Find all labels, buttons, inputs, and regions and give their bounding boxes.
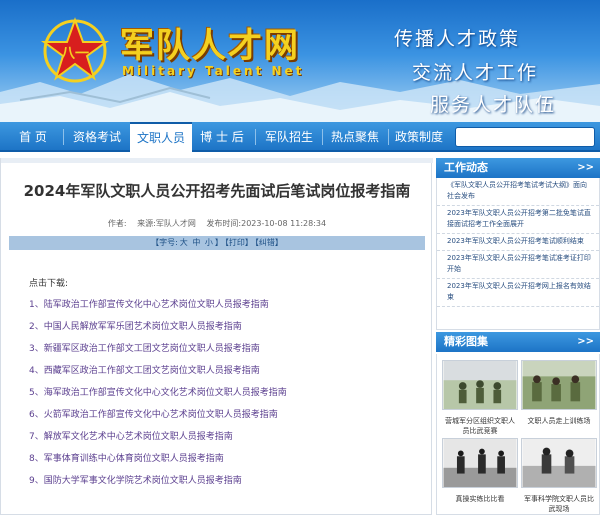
news-item[interactable]: 《军队文职人员公开招考笔试考试大纲》面向社会发布 <box>437 178 599 206</box>
list-item: 3、新疆军区政治工作部文工团文艺岗位文职人员报考指南 <box>29 342 287 364</box>
gallery-photo-academy[interactable] <box>521 438 597 488</box>
nav-divider <box>63 129 64 145</box>
gallery-photo-training[interactable] <box>521 360 597 410</box>
news-item[interactable]: 2023年军队文职人员公开招考笔试顺利结束 <box>437 234 599 251</box>
article-panel: 2024年军队文职人员公开招考先面试后笔试岗位报考指南 作者: 来源:军队人才网… <box>0 158 433 515</box>
download-link[interactable]: 8、军事体育训练中心体育岗位文职人员报考指南 <box>29 454 224 464</box>
panel-top-border <box>1 158 433 163</box>
article-toolbar: 【字号: 大 中 小】【打印】 【纠错】 <box>9 236 425 250</box>
list-item: 7、解放军文化艺术中心艺术岗位文职人员报考指南 <box>29 430 287 452</box>
download-link[interactable]: 1、陆军政治工作部宣传文化中心艺术岗位文职人员报考指南 <box>29 300 269 310</box>
font-size-medium-button[interactable]: 中 <box>192 238 200 247</box>
logo-star-icon: 八一 <box>40 17 110 83</box>
gallery-item: 文职人员走上训练场 <box>521 360 597 426</box>
article-title: 2024年军队文职人员公开招考先面试后笔试岗位报考指南 <box>23 182 411 200</box>
page: 八一 军队人才网 Military Talent Net 传播人才政策 交流人才… <box>0 0 600 515</box>
header-banner: 八一 军队人才网 Military Talent Net 传播人才政策 交流人才… <box>0 0 600 122</box>
site-logo-subtitle: Military Talent Net <box>122 64 305 78</box>
slogan-2: 交流人才工作 <box>411 62 538 84</box>
news-more-link[interactable]: >> <box>577 158 594 178</box>
download-link[interactable]: 7、解放军文化艺术中心艺术岗位文职人员报考指南 <box>29 432 233 442</box>
article-meta: 作者: 来源:军队人才网 发布时间:2023-10-08 11:28:34 <box>1 218 433 229</box>
author-label: 作者: <box>107 219 127 228</box>
download-link[interactable]: 2、中国人民解放军军乐团艺术岗位文职人员报考指南 <box>29 322 242 332</box>
news-item[interactable]: 2023年军队文职人员公开招考第二批免笔试直接面试招考工作全面展开 <box>437 206 599 234</box>
article-source: 来源:军队人才网 <box>137 219 196 228</box>
slogan-1: 传播人才政策 <box>393 28 520 50</box>
news-item[interactable]: 2023年军队文职人员公开招考网上报名有效结束 <box>437 279 599 307</box>
site-logo-title[interactable]: 军队人才网 <box>120 18 300 67</box>
list-item: 9、国防大学军事文化学院艺术岗位文职人员报考指南 <box>29 474 287 496</box>
nav-policies[interactable]: 政策制度 <box>390 122 448 152</box>
svg-text:八一: 八一 <box>60 46 89 62</box>
gallery-caption[interactable]: 军事科学院文职人员比武现场 <box>521 494 597 514</box>
news-header: 工作动态 >> <box>436 158 600 178</box>
main-nav: 首 页 资格考试 文职人员 博 士 后 军队招生 热点聚焦 政策制度 <box>0 122 600 152</box>
news-item[interactable]: 2023年军队文职人员公开招考笔试准考证打印开始 <box>437 251 599 279</box>
nav-military-enrollment[interactable]: 军队招生 <box>260 122 318 152</box>
gallery-item: 军事科学院文职人员比武现场 <box>521 438 597 514</box>
gallery-caption[interactable]: 文职人员走上训练场 <box>521 416 597 426</box>
report-error-button[interactable]: 【纠错】 <box>255 238 283 247</box>
download-link[interactable]: 4、西藏军区政治工作部文工团文艺岗位文职人员报考指南 <box>29 366 260 376</box>
download-link[interactable]: 9、国防大学军事文化学院艺术岗位文职人员报考指南 <box>29 476 242 486</box>
download-link[interactable]: 5、海军政治工作部宣传文化中心文化艺术岗位文职人员报考指南 <box>29 388 287 398</box>
nav-home[interactable]: 首 页 <box>8 122 58 152</box>
nav-divider <box>388 129 389 145</box>
nav-hot-topics[interactable]: 热点聚焦 <box>326 122 384 152</box>
list-item: 4、西藏军区政治工作部文工团文艺岗位文职人员报考指南 <box>29 364 287 386</box>
print-button[interactable]: 【打印】 <box>225 238 253 247</box>
slogan-3: 服务人才队伍 <box>429 94 556 116</box>
download-link[interactable]: 3、新疆军区政治工作部文工团文艺岗位文职人员报考指南 <box>29 344 260 354</box>
download-link[interactable]: 6、火箭军政治工作部宣传文化中心艺术岗位文职人员报考指南 <box>29 410 278 420</box>
font-size-small-button[interactable]: 小 <box>205 238 213 247</box>
gallery-caption[interactable]: 真操实练比比看 <box>442 494 518 504</box>
nav-postdoc[interactable]: 博 士 后 <box>194 122 250 152</box>
news-list: 《军队文职人员公开招考笔试考试大纲》面向社会发布 2023年军队文职人员公开招考… <box>436 178 600 330</box>
nav-qualification-exam[interactable]: 资格考试 <box>68 122 126 152</box>
search-input[interactable] <box>455 127 595 147</box>
gallery-photo-drill[interactable] <box>442 438 518 488</box>
gallery-photo-competition[interactable] <box>442 360 518 410</box>
sidebar: 工作动态 >> 《军队文职人员公开招考笔试考试大纲》面向社会发布 2023年军队… <box>436 158 600 515</box>
list-item: 6、火箭军政治工作部宣传文化中心艺术岗位文职人员报考指南 <box>29 408 287 430</box>
nav-civilian-staff[interactable]: 文职人员 <box>130 122 192 152</box>
news-title: 工作动态 <box>444 161 488 174</box>
nav-divider <box>255 129 256 145</box>
list-item: 1、陆军政治工作部宣传文化中心艺术岗位文职人员报考指南 <box>29 298 287 320</box>
download-label: 点击下载: <box>29 279 69 289</box>
publish-time: 发布时间:2023-10-08 11:28:34 <box>206 219 327 228</box>
download-list: 1、陆军政治工作部宣传文化中心艺术岗位文职人员报考指南 2、中国人民解放军军乐团… <box>29 298 287 496</box>
gallery-title: 精彩图集 <box>444 335 488 348</box>
list-item: 5、海军政治工作部宣传文化中心文化艺术岗位文职人员报考指南 <box>29 386 287 408</box>
gallery-item: 真操实练比比看 <box>442 438 518 504</box>
font-size-label: 【字号: <box>151 238 178 247</box>
photo-gallery: 营城军分区组织文职人员比武竞赛 文职人员走上训练场 真操实练比比看 军事科学院文… <box>436 354 600 515</box>
list-item: 2、中国人民解放军军乐团艺术岗位文职人员报考指南 <box>29 320 287 342</box>
gallery-item: 营城军分区组织文职人员比武竞赛 <box>442 360 518 436</box>
gallery-more-link[interactable]: >> <box>577 332 594 352</box>
list-item: 8、军事体育训练中心体育岗位文职人员报考指南 <box>29 452 287 474</box>
font-size-large-button[interactable]: 大 <box>180 238 188 247</box>
gallery-caption[interactable]: 营城军分区组织文职人员比武竞赛 <box>442 416 518 436</box>
gallery-header: 精彩图集 >> <box>436 332 600 352</box>
nav-divider <box>322 129 323 145</box>
font-size-label-end: 】 <box>214 238 223 247</box>
